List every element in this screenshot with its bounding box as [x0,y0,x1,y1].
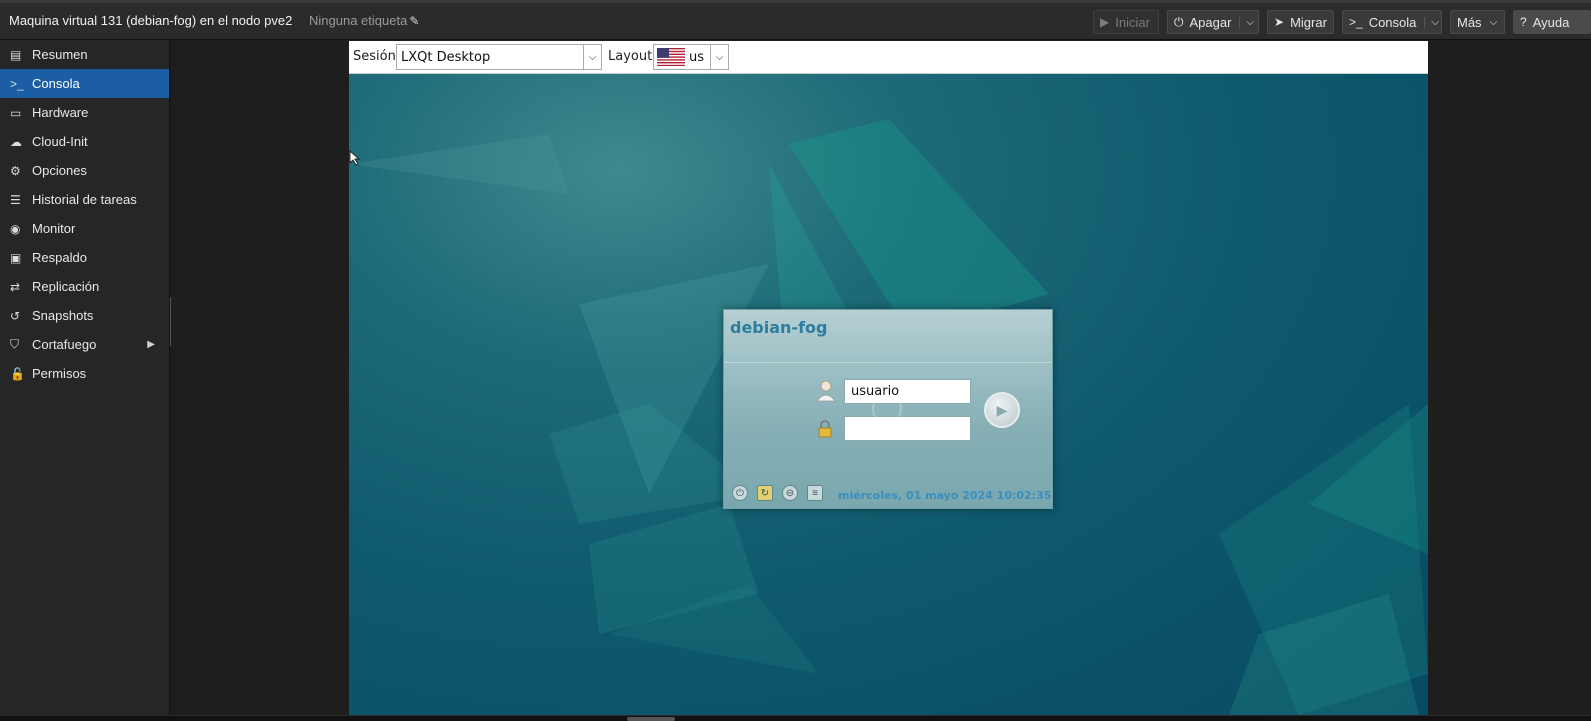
chevron-down-icon: ⌵ [1489,16,1498,28]
sidebar-item-label: Resumen [32,47,88,62]
migrate-label: Migrar [1290,14,1327,30]
play-icon: ▶ [996,401,1008,418]
floppy-icon: ▣ [10,250,22,265]
session-select[interactable]: LXQt Desktop ⌵ [396,44,602,70]
shield-icon: ⛉ [10,337,20,351]
sidebar-item-hardware[interactable]: ▭ Hardware [0,98,169,127]
migrate-button[interactable]: ➤ Migrar [1267,10,1334,34]
sidebar-item-label: Permisos [32,366,87,381]
monitor-icon: ▭ [10,105,22,120]
eye-icon: ◉ [10,221,21,236]
sidebar-item-consola[interactable]: >_ Consola [0,69,169,98]
sidebar-item-respaldo[interactable]: ▣ Respaldo [0,243,169,272]
status-bar [0,715,1591,721]
sidebar: ▤ Resumen >_ Consola ▭ Hardware ☁ Cloud-Init ⚙ Op… [0,40,170,715]
sidebar-item-resumen[interactable]: ▤ Resumen [0,40,169,69]
help-label: Ayuda [1532,14,1570,30]
sidebar-item-permisos[interactable]: 🔓 Permisos [0,359,169,388]
restart-icon[interactable]: ↻ [757,485,773,501]
lightdm-panel: Sesión LXQt Desktop ⌵ Layout us ⌵ [349,41,1428,74]
power-icon[interactable]: ⏻ [732,485,748,501]
login-footer: ⏻ ↻ ⊖ ≡ miércoles, 01 mayo 2024 10:02:35 [724,480,1052,510]
paper-plane-icon: ➤ [1274,15,1285,29]
list-icon: ☰ [10,192,21,207]
top-toolbar: Maquina virtual 131 (debian-fog) en el n… [0,0,1591,40]
unlock-icon: 🔓 [10,366,25,381]
layout-value: us [689,49,705,65]
sidebar-item-snapshots[interactable]: ↺ Snapshots [0,301,169,330]
hibernate-icon[interactable]: ≡ [807,485,823,501]
sidebar-item-label: Historial de tareas [32,192,137,207]
play-icon: ▶ [1100,15,1110,29]
sidebar-item-label: Respaldo [32,250,87,265]
sidebar-item-label: Cloud-Init [32,134,88,149]
terminal-icon: >_ [10,76,24,91]
book-icon: ▤ [10,47,22,62]
more-button[interactable]: Más ⌵ [1450,10,1505,34]
username-input[interactable]: usuario [844,379,971,404]
start-button[interactable]: ▶ Iniciar [1093,10,1159,34]
sidebar-item-label: Hardware [32,105,89,120]
sidebar-item-monitor[interactable]: ◉ Monitor [0,214,169,243]
shutdown-button[interactable]: ⏻ Apagar ⌵ [1167,10,1259,34]
user-icon [816,380,836,402]
more-label: Más [1457,14,1482,30]
suspend-icon[interactable]: ⊖ [782,485,798,501]
page-title: Maquina virtual 131 (debian-fog) en el n… [9,13,293,28]
tags-editor[interactable]: Ninguna etiqueta ✎ [309,13,419,28]
retweet-icon: ⇄ [10,279,21,294]
shutdown-label: Apagar [1189,14,1232,30]
session-label: Sesión [353,49,396,64]
mouse-pointer-icon [349,150,361,166]
layout-label: Layout [608,49,653,64]
lock-icon [818,420,832,438]
console-button[interactable]: >_ Consola ⌵ [1342,10,1442,34]
help-button[interactable]: ? Ayuda [1513,10,1591,34]
sidebar-item-cortafuego[interactable]: ⛉ Cortafuego ▶ [0,330,169,359]
chevron-down-icon[interactable]: ⌵ [1424,16,1439,28]
caret-right-icon: ▶ [147,339,155,350]
sidebar-item-cloud-init[interactable]: ☁ Cloud-Init [0,127,169,156]
pencil-icon[interactable]: ✎ [409,14,419,28]
resize-handle[interactable] [627,717,675,721]
chevron-down-icon: ⌵ [583,45,601,69]
password-input[interactable] [844,416,971,441]
gear-icon: ⚙ [10,163,21,178]
sidebar-item-label: Consola [32,76,80,91]
sidebar-item-label: Monitor [32,221,76,236]
vnc-console[interactable]: Sesión LXQt Desktop ⌵ Layout us ⌵ debian… [349,41,1428,715]
sidebar-item-label: Replicación [32,279,100,294]
session-value: LXQt Desktop [401,49,491,65]
chevron-down-icon: ⌵ [710,45,728,69]
start-label: Iniciar [1115,14,1150,30]
sidebar-item-historial-de-tareas[interactable]: ☰ Historial de tareas [0,185,169,214]
datetime-label: miércoles, 01 mayo 2024 10:02:35 [838,489,1052,502]
terminal-icon: >_ [1349,15,1363,29]
chevron-down-icon[interactable]: ⌵ [1239,16,1254,28]
power-icon: ⏻ [1174,14,1184,29]
us-flag-icon [657,48,685,66]
login-button[interactable]: ▶ [984,392,1020,428]
sidebar-item-label: Opciones [32,163,87,178]
layout-select[interactable]: us ⌵ [653,44,729,70]
sidebar-item-replicaci-n[interactable]: ⇄ Replicación [0,272,169,301]
hostname-label: debian-fog [730,318,828,337]
tags-label: Ninguna etiqueta [309,13,408,28]
question-icon: ? [1520,15,1527,29]
spinner-icon [872,394,902,424]
sidebar-item-label: Cortafuego [32,337,97,352]
desktop-background: debian-fog usuario ▶ ⏻ ↻ ⊖ ≡ miércoles, … [349,74,1428,715]
history-icon: ↺ [10,308,21,323]
sidebar-item-opciones[interactable]: ⚙ Opciones [0,156,169,185]
cloud-icon: ☁ [10,134,22,149]
login-dialog: debian-fog usuario ▶ ⏻ ↻ ⊖ ≡ miércoles, … [723,309,1053,509]
console-label: Consola [1368,14,1417,30]
sidebar-item-label: Snapshots [32,308,94,323]
